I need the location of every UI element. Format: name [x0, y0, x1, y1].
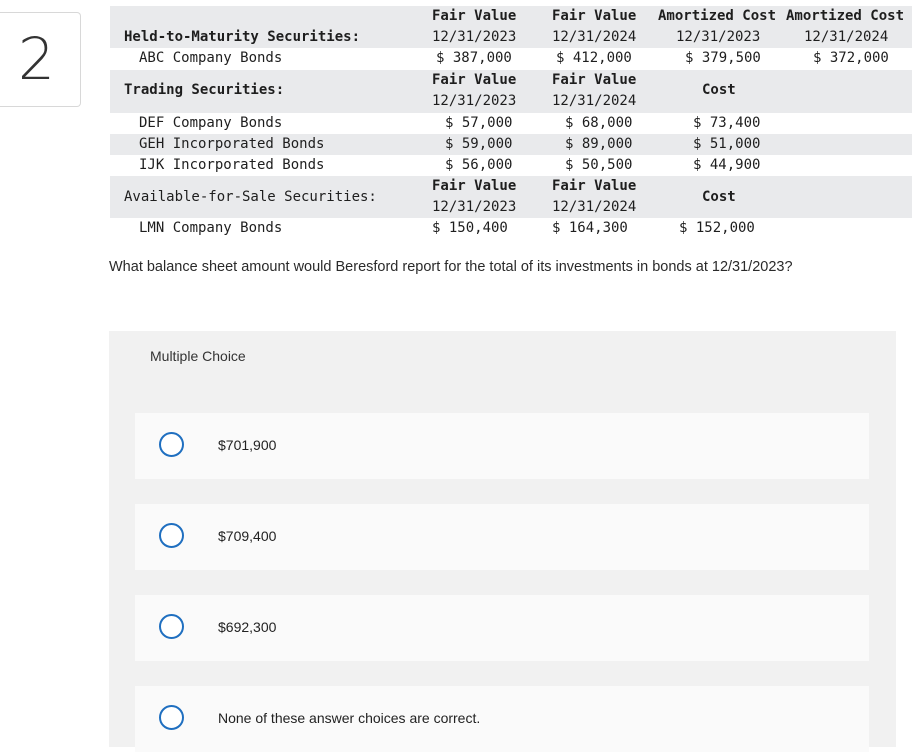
- row-value: $ 152,000: [679, 220, 755, 236]
- trading-fv1-header: Fair Value: [432, 72, 517, 88]
- choice-label[interactable]: $701,900: [218, 437, 276, 453]
- afs-fv2-date: 12/31/2024: [552, 199, 637, 215]
- htm-fv1-header: Fair Value: [432, 8, 517, 24]
- choice-label[interactable]: $709,400: [218, 528, 276, 544]
- answer-choice-1[interactable]: $701,900: [135, 413, 869, 479]
- trading-header-row: Fair Value 12/31/2023 Fair Value 12/31/2…: [110, 70, 912, 113]
- htm-c3-header: Amortized Cost: [658, 8, 777, 24]
- trading-fv2-date: 12/31/2024: [552, 93, 637, 109]
- row-value: $ 164,300: [552, 220, 628, 236]
- question-text: What balance sheet amount would Beresfor…: [109, 259, 793, 275]
- answer-choice-3[interactable]: $692,300: [135, 595, 869, 661]
- row-name: ABC Company Bonds: [139, 50, 283, 66]
- row-value: $ 51,000: [693, 136, 761, 152]
- trading-fv2-header: Fair Value: [552, 72, 637, 88]
- row-name: LMN Company Bonds: [139, 220, 283, 236]
- table-row: LMN Company Bonds $ 150,400 $ 164,300 $ …: [110, 218, 912, 239]
- radio-button[interactable]: [159, 432, 184, 457]
- htm-header-row: Fair Value 12/31/2023 Fair Value 12/31/2…: [110, 6, 912, 48]
- row-value: $ 59,000: [445, 136, 513, 152]
- row-value: $ 372,000: [813, 50, 889, 66]
- table-row: GEH Incorporated Bonds $ 59,000 $ 89,000…: [110, 134, 912, 155]
- row-value: $ 68,000: [565, 115, 633, 131]
- question-number-box: 2: [0, 12, 81, 107]
- answer-choice-4[interactable]: None of these answer choices are correct…: [135, 686, 869, 752]
- row-name: IJK Incorporated Bonds: [139, 157, 325, 173]
- choice-label[interactable]: None of these answer choices are correct…: [218, 710, 480, 726]
- htm-c4-header: Amortized Cost: [786, 8, 905, 24]
- htm-fv1-date: 12/31/2023: [432, 29, 517, 45]
- table-row: IJK Incorporated Bonds $ 56,000 $ 50,500…: [110, 155, 912, 176]
- multiple-choice-label: Multiple Choice: [150, 348, 246, 364]
- afs-header-row: Fair Value 12/31/2023 Fair Value 12/31/2…: [110, 176, 912, 218]
- row-value: $ 56,000: [445, 157, 513, 173]
- row-value: $ 89,000: [565, 136, 633, 152]
- row-name: GEH Incorporated Bonds: [139, 136, 325, 152]
- row-value: $ 57,000: [445, 115, 513, 131]
- trading-cost-header: Cost: [702, 82, 736, 98]
- row-value: $ 387,000: [436, 50, 512, 66]
- trading-fv1-date: 12/31/2023: [432, 93, 517, 109]
- htm-fv2-date: 12/31/2024: [552, 29, 637, 45]
- htm-section-label: Held-to-Maturity Securities:: [124, 29, 361, 45]
- radio-button[interactable]: [159, 705, 184, 730]
- htm-fv2-header: Fair Value: [552, 8, 637, 24]
- row-name: DEF Company Bonds: [139, 115, 283, 131]
- row-value: $ 73,400: [693, 115, 761, 131]
- row-value: $ 50,500: [565, 157, 633, 173]
- radio-button[interactable]: [159, 523, 184, 548]
- row-value: $ 379,500: [685, 50, 761, 66]
- afs-fv2-header: Fair Value: [552, 178, 637, 194]
- trading-section-label: Trading Securities:: [124, 82, 285, 98]
- table-row: ABC Company Bonds $ 387,000 $ 412,000 $ …: [110, 48, 912, 69]
- row-value: $ 412,000: [556, 50, 632, 66]
- htm-c4-date: 12/31/2024: [804, 29, 889, 45]
- row-value: $ 44,900: [693, 157, 761, 173]
- multiple-choice-header: Multiple Choice: [109, 331, 896, 381]
- radio-button[interactable]: [159, 614, 184, 639]
- afs-fv1-header: Fair Value: [432, 178, 517, 194]
- afs-fv1-date: 12/31/2023: [432, 199, 517, 215]
- table-row: DEF Company Bonds $ 57,000 $ 68,000 $ 73…: [110, 113, 912, 134]
- afs-section-label: Available-for-Sale Securities:: [124, 189, 377, 205]
- htm-c3-date: 12/31/2023: [676, 29, 761, 45]
- question-number: 2: [18, 25, 55, 93]
- row-value: $ 150,400: [432, 220, 508, 236]
- answer-choice-2[interactable]: $709,400: [135, 504, 869, 570]
- afs-cost-header: Cost: [702, 189, 736, 205]
- choice-label[interactable]: $692,300: [218, 619, 276, 635]
